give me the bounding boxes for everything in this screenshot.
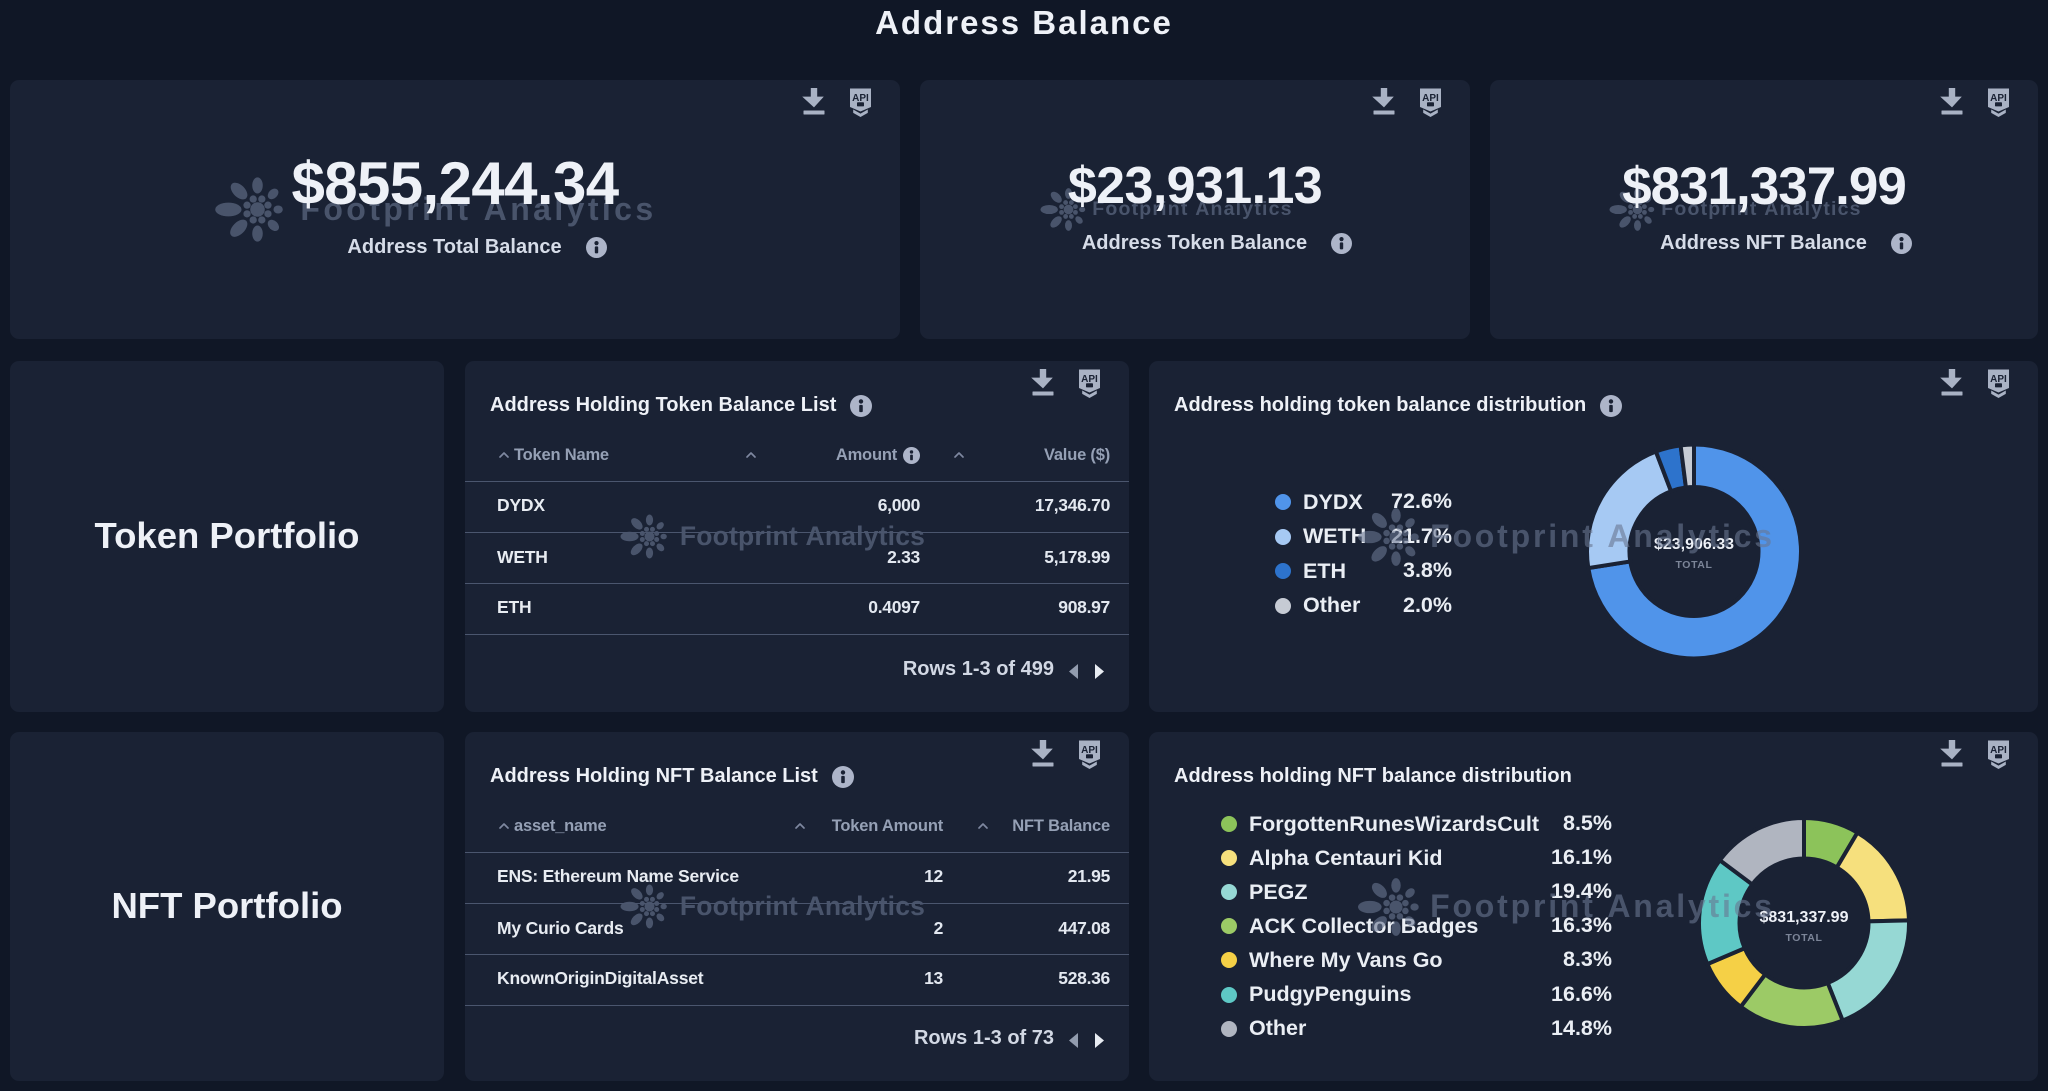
svg-text:API: API (852, 93, 869, 104)
svg-text:API: API (1081, 745, 1098, 756)
svg-text:API: API (1990, 93, 2007, 104)
svg-text:API: API (1081, 374, 1098, 385)
svg-text:API: API (1422, 93, 1439, 104)
